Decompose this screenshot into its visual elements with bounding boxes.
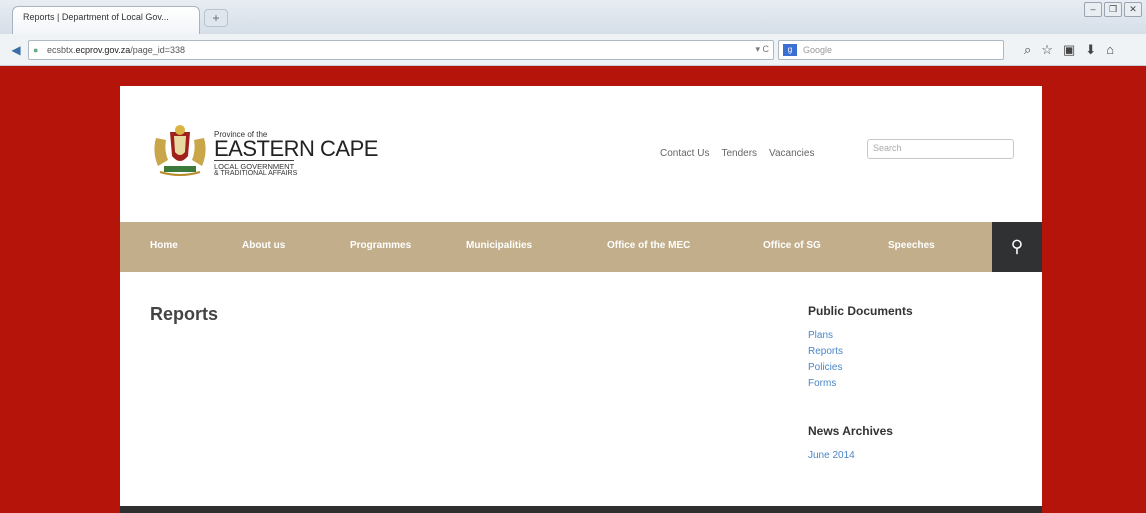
browser-search-field[interactable]: g Google [778,40,1004,60]
browser-search-placeholder: Google [803,45,833,55]
bookmarks-list-icon[interactable]: ▣ [1063,42,1075,58]
tenders-link[interactable]: Tenders [721,148,757,159]
sidebar-link-reports[interactable]: Reports [808,344,1028,360]
public-documents-heading: Public Documents [808,304,913,318]
search-engine-icon[interactable]: g [783,44,797,56]
nav-item-municipalities[interactable]: Municipalities [466,240,532,251]
maximize-button[interactable]: ❐ [1104,2,1122,17]
reload-icon[interactable]: ▾ C [755,44,769,55]
nav-item-speeches[interactable]: Speeches [888,240,935,251]
page-title: Reports [150,304,219,324]
browser-nav-bar: ◀ ● ecsbtx.ecprov.gov.za/page_id=338 ▾ C… [0,34,1146,66]
home-icon[interactable]: ⌂ [1106,42,1114,58]
site-identity-icon[interactable]: ● [33,45,38,55]
new-tab-button[interactable]: + [204,9,228,27]
url-text: ecsbtx.ecprov.gov.za/page_id=338 [47,45,186,55]
window-controls: – ❐ ✕ [1084,2,1142,17]
nav-search-button[interactable]: ⚲ [992,222,1042,272]
nav-item-office-of-sg[interactable]: Office of SG [763,240,821,251]
browser-toolbar-icons: ⌕ ☆ ▣ ⬇ ⌂ [1024,42,1114,58]
nav-item-office-of-the-mec[interactable]: Office of the MEC [607,240,690,251]
address-bar[interactable]: ● ecsbtx.ecprov.gov.za/page_id=338 ▾ C [28,40,774,60]
sidebar: Public Documents Plans Reports Policies … [808,304,1028,464]
news-archives-heading: News Archives [808,424,893,438]
top-links: Contact Us Tenders Vacancies [660,148,814,159]
logo-title: EASTERN CAPE [214,136,378,161]
nav-item-home[interactable]: Home [150,240,178,251]
footer-band [120,506,1042,513]
browser-tab-active[interactable]: Reports | Department of Local Gov... [12,6,200,34]
close-window-button[interactable]: ✕ [1124,2,1142,17]
browser-tab-bar: Reports | Department of Local Gov... + –… [0,0,1146,34]
browser-tab-title: Reports | Department of Local Gov... [23,12,169,22]
download-icon[interactable]: ⬇ [1085,42,1096,58]
back-arrow-icon[interactable]: ◀ [6,40,26,60]
sidebar-link-policies[interactable]: Policies [808,360,1028,376]
site-search-input[interactable]: Search [867,139,1014,159]
nav-item-programmes[interactable]: Programmes [350,240,411,251]
main-navigation: Home About us Programmes Municipalities … [120,222,1042,272]
bookmark-star-icon[interactable]: ☆ [1041,42,1053,58]
coat-of-arms-icon [154,125,206,176]
search-icon[interactable]: ⌕ [1024,42,1031,58]
page-container: Province of the EASTERN CAPE LOCAL GOVER… [120,86,1042,513]
site-logo[interactable]: Province of the EASTERN CAPE LOCAL GOVER… [150,122,378,182]
news-archive-link-june-2014[interactable]: June 2014 [808,448,1028,464]
vacancies-link[interactable]: Vacancies [769,148,814,159]
site-search-placeholder: Search [873,143,902,153]
minimize-button[interactable]: – [1084,2,1102,17]
contact-us-link[interactable]: Contact Us [660,148,709,159]
logo-subtitle-2: & TRADITIONAL AFFAIRS [214,170,298,177]
sidebar-link-plans[interactable]: Plans [808,328,1028,344]
sidebar-link-forms[interactable]: Forms [808,376,1028,392]
nav-item-about-us[interactable]: About us [242,240,285,251]
search-icon: ⚲ [1010,237,1024,256]
